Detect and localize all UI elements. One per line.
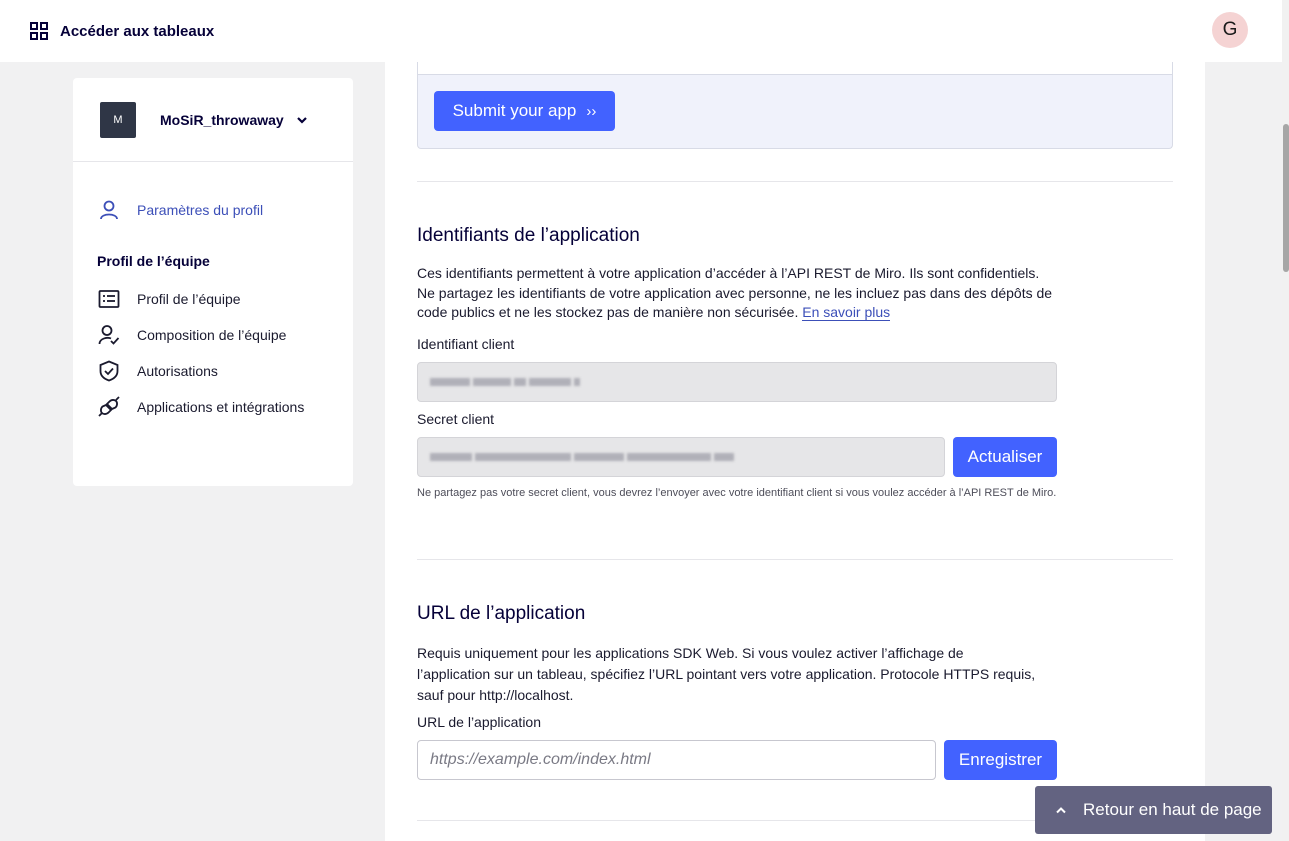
right-background xyxy=(1205,62,1282,841)
learn-more-link[interactable]: En savoir plus xyxy=(802,304,891,321)
plug-icon xyxy=(97,395,121,419)
sidebar-item-team-profile[interactable]: Profil de l’équipe xyxy=(73,281,353,317)
boards-link[interactable]: Accéder aux tableaux xyxy=(29,21,214,41)
section-divider xyxy=(417,181,1173,182)
client-secret-field[interactable] xyxy=(417,437,945,477)
shield-check-icon xyxy=(97,359,121,383)
section-divider xyxy=(417,559,1173,560)
boards-link-label: Accéder aux tableaux xyxy=(60,22,215,40)
client-secret-note: Ne partagez pas votre secret client, vou… xyxy=(417,487,1057,499)
scrollbar-thumb[interactable] xyxy=(1283,124,1289,272)
team-logo: M xyxy=(100,101,136,138)
credentials-description: Ces identifiants permettent à votre appl… xyxy=(417,265,1053,321)
sidebar-item-permissions[interactable]: Autorisations xyxy=(73,353,353,389)
client-secret-label: Secret client xyxy=(417,411,495,427)
sidebar-item-team-composition[interactable]: Composition de l’équipe xyxy=(73,317,353,353)
credentials-title: Identifiants de l’application xyxy=(417,225,640,246)
app-url-title: URL de l’application xyxy=(417,603,586,624)
refresh-secret-button[interactable]: Actualiser xyxy=(953,437,1057,477)
client-id-label: Identifiant client xyxy=(417,336,515,352)
sidebar-item-label: Composition de l’équipe xyxy=(137,327,287,343)
sidebar-item-label: Paramètres du profil xyxy=(137,202,264,218)
double-chevron-right-icon: ›› xyxy=(586,102,597,120)
client-id-field[interactable] xyxy=(417,362,1057,402)
submit-app-label: Submit your app xyxy=(452,101,577,120)
team-section-title: Profil de l’équipe xyxy=(97,253,210,269)
sidebar: M MoSiR_throwaway Paramètres du profil P… xyxy=(73,78,353,486)
sidebar-item-label: Autorisations xyxy=(137,363,218,379)
back-to-top-label: Retour en haut de page xyxy=(1083,800,1262,819)
submit-app-panel: Submit your app ›› xyxy=(417,62,1173,149)
sidebar-item-label: Applications et intégrations xyxy=(137,399,305,415)
sidebar-item-label: Profil de l’équipe xyxy=(137,291,241,307)
app-url-field-label: URL de l’application xyxy=(417,714,541,730)
user-check-icon xyxy=(97,323,121,347)
chevron-up-icon xyxy=(1056,807,1066,814)
page-scrollbar[interactable] xyxy=(1282,0,1289,841)
save-url-button[interactable]: Enregistrer xyxy=(944,740,1057,780)
app-url-input[interactable] xyxy=(417,740,936,780)
app-url-description: Requis uniquement pour les applications … xyxy=(417,645,1036,703)
previous-field-bottom xyxy=(418,62,1172,75)
team-name: MoSiR_throwaway xyxy=(160,111,284,128)
client-secret-redacted xyxy=(430,453,734,461)
client-id-redacted xyxy=(430,378,580,386)
top-bar: Accéder aux tableaux xyxy=(0,0,1282,62)
chevron-down-icon xyxy=(296,116,307,124)
submit-app-button[interactable]: Submit your app ›› xyxy=(434,91,615,131)
sidebar-item-profile-settings[interactable]: Paramètres du profil xyxy=(73,192,353,228)
user-icon xyxy=(97,198,121,222)
team-switcher[interactable]: M MoSiR_throwaway xyxy=(73,78,353,162)
back-to-top-button[interactable]: Retour en haut de page xyxy=(1035,786,1272,834)
list-card-icon xyxy=(97,287,121,311)
user-avatar[interactable]: G xyxy=(1212,12,1248,48)
grid-icon xyxy=(30,22,48,40)
sidebar-item-apps-integrations[interactable]: Applications et intégrations xyxy=(73,389,353,425)
